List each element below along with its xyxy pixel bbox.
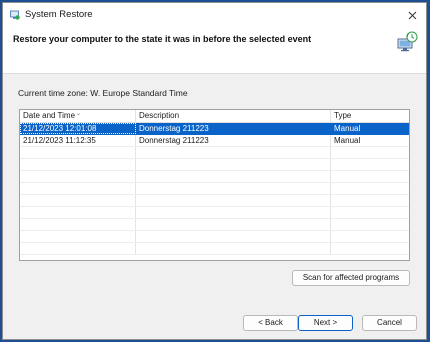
window-title: System Restore (25, 9, 93, 20)
dialog-header: Restore your computer to the state it wa… (3, 27, 426, 74)
system-restore-window: System Restore Restore your computer to … (2, 2, 427, 340)
row-date: 21/12/2023 11:12:35 (20, 135, 136, 146)
sort-arrow-icon: ⌄ (76, 111, 82, 117)
close-button[interactable] (398, 3, 426, 27)
row-type: Manual (334, 124, 361, 133)
column-header-type[interactable]: Type (331, 110, 409, 122)
column-header-date[interactable]: Date and Time ⌄ (20, 110, 136, 122)
column-header-description[interactable]: Description (136, 110, 331, 122)
empty-row (20, 147, 409, 159)
empty-row (20, 231, 409, 243)
row-type: Manual (334, 136, 361, 145)
empty-row (20, 219, 409, 231)
row-description: Donnerstag 211223 (136, 135, 331, 146)
empty-row (20, 207, 409, 219)
restore-points-list[interactable]: Date and Time ⌄ Description Type 21/12/2… (19, 109, 410, 261)
system-restore-icon (10, 10, 20, 20)
back-button[interactable]: < Back (243, 315, 298, 331)
title-bar: System Restore (3, 3, 426, 27)
empty-row (20, 183, 409, 195)
header-title: Restore your computer to the state it wa… (13, 34, 312, 44)
table-row[interactable]: 21/12/2023 12:01:08 Donnerstag 211223 Ma… (20, 123, 409, 135)
row-description: Donnerstag 211223 (136, 123, 331, 134)
next-button[interactable]: Next > (298, 315, 353, 331)
column-header-date-label: Date and Time (23, 111, 76, 120)
empty-row (20, 195, 409, 207)
table-row[interactable]: 21/12/2023 11:12:35 Donnerstag 211223 Ma… (20, 135, 409, 147)
restore-computer-icon (397, 31, 418, 52)
empty-row (20, 159, 409, 171)
list-header: Date and Time ⌄ Description Type (20, 110, 409, 123)
row-date: 21/12/2023 12:01:08 (20, 123, 136, 134)
scan-affected-programs-button[interactable]: Scan for affected programs (292, 270, 410, 286)
empty-row (20, 243, 409, 255)
close-icon (408, 11, 416, 19)
cancel-button[interactable]: Cancel (362, 315, 417, 331)
empty-row (20, 171, 409, 183)
timezone-label: Current time zone: W. Europe Standard Ti… (18, 88, 188, 98)
